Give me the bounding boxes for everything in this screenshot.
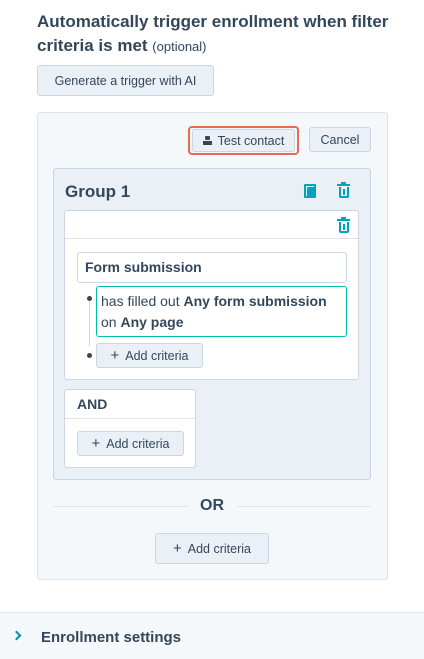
optional-label: (optional): [152, 39, 207, 54]
heading-title: Automatically trigger enrollment when fi…: [37, 12, 389, 55]
or-add-criteria-button[interactable]: + Add criteria: [155, 533, 269, 564]
and-add-criteria-label: Add criteria: [106, 436, 170, 451]
generate-trigger-ai-label: Generate a trigger with AI: [54, 73, 197, 88]
filter-category[interactable]: Form submission: [77, 252, 347, 283]
plus-icon: +: [110, 346, 120, 364]
section-heading: Automatically trigger enrollment when fi…: [37, 10, 407, 59]
filter-rule-line-2: on Any page: [101, 312, 346, 333]
cancel-label: Cancel: [320, 132, 360, 147]
filter-rule-value-1: Any form submission: [183, 293, 327, 309]
cancel-button[interactable]: Cancel: [309, 127, 371, 152]
or-add-criteria-label: Add criteria: [187, 541, 251, 556]
or-divider-right: [237, 506, 371, 507]
test-contact-button[interactable]: Test contact: [192, 129, 295, 152]
filter-rule[interactable]: has filled out Any form submission on An…: [96, 286, 347, 337]
flask-icon: [202, 136, 212, 145]
plus-icon: +: [173, 539, 182, 557]
filter-rule-text-1: has filled out: [101, 293, 184, 309]
plus-icon: +: [91, 434, 101, 452]
filter-rule-value-2: Any page: [120, 314, 184, 330]
connector-line: [89, 302, 90, 346]
enrollment-settings-label: Enrollment settings: [41, 629, 182, 646]
and-label: AND: [77, 396, 108, 412]
bullet-dot: [87, 296, 92, 301]
generate-trigger-ai-button[interactable]: Generate a trigger with AI: [37, 65, 214, 96]
and-add-criteria-button[interactable]: + Add criteria: [77, 431, 184, 456]
filter-rule-line-1: has filled out Any form submission: [101, 291, 346, 312]
add-criteria-label: Add criteria: [125, 348, 189, 363]
filter-rule-text-2: on: [101, 314, 121, 330]
add-criteria-button[interactable]: + Add criteria: [96, 343, 203, 368]
filter-block-divider: [65, 238, 358, 239]
test-contact-label: Test contact: [217, 133, 285, 148]
copy-icon[interactable]: [304, 184, 316, 198]
or-label: OR: [200, 497, 224, 514]
bullet-dot: [87, 353, 92, 358]
trash-icon[interactable]: [337, 217, 350, 233]
group-title: Group 1: [65, 182, 131, 201]
trash-icon[interactable]: [337, 182, 350, 198]
and-block-divider: [65, 418, 195, 419]
or-divider-left: [53, 506, 188, 507]
